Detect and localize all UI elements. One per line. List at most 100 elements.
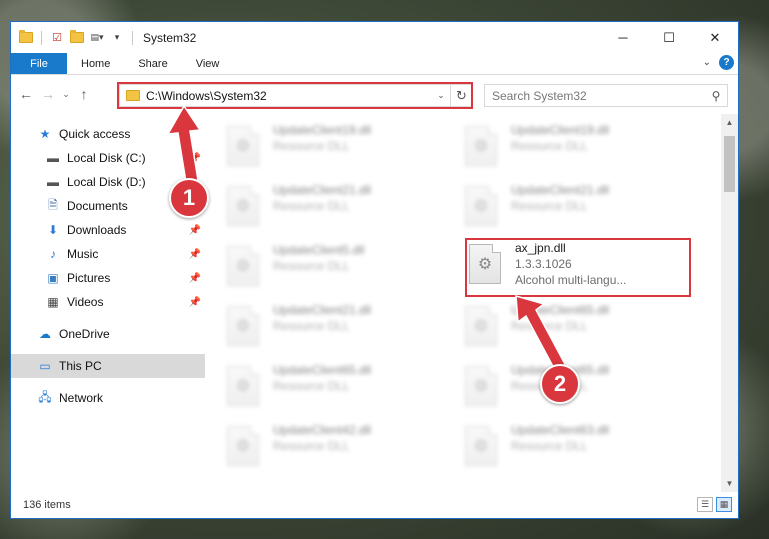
sidebar-item-music[interactable]: ♪ Music 📌	[11, 242, 205, 266]
sidebar-item-network[interactable]: 🖧 Network	[11, 386, 205, 410]
file-list: ⚙ UpdateClient19.dll Resource DLL ⚙ Updat…	[205, 114, 738, 492]
window-title: System32	[143, 30, 197, 45]
file-name: UpdateClient19.dll	[273, 123, 372, 137]
sidebar-item-downloads[interactable]: ⬇ Downloads 📌	[11, 218, 205, 242]
pin-icon[interactable]: 📌	[189, 225, 201, 236]
customize-toolbar-icon[interactable]: ▤▾	[90, 31, 104, 45]
file-item[interactable]: ⚙ UpdateClient19.dll Resource DLL	[465, 120, 665, 172]
new-folder-icon[interactable]	[70, 30, 84, 45]
tab-home[interactable]: Home	[67, 53, 124, 74]
sidebar-item-label: Downloads	[67, 223, 127, 237]
ribbon-right-controls: ⌄ ?	[703, 55, 734, 70]
file-item[interactable]: ⚙ UpdateClient21.dll Resource DLL	[227, 300, 427, 352]
file-description: Resource DLL	[511, 319, 588, 333]
tiles-view-icon[interactable]: ▦	[716, 497, 732, 512]
maximize-button[interactable]: ☐	[646, 22, 692, 53]
dll-file-icon: ⚙	[465, 126, 497, 166]
file-description: Resource DLL	[511, 439, 588, 453]
file-description: Resource DLL	[273, 439, 350, 453]
search-icon[interactable]: ⚲	[705, 89, 727, 103]
file-name: UpdateClient63.dll	[511, 423, 610, 437]
vertical-scrollbar[interactable]: ▲ ▼	[721, 114, 738, 492]
tab-view[interactable]: View	[182, 53, 234, 74]
file-name: UpdateClient65.dll	[511, 303, 610, 317]
tab-file[interactable]: File	[11, 53, 67, 74]
sidebar-item-quick-access[interactable]: ★ Quick access	[11, 122, 205, 146]
pin-icon[interactable]: 📌	[189, 249, 201, 260]
pin-icon[interactable]: 📌	[189, 273, 201, 284]
address-row: ← → ⌄ ↑ C:\Windows\System32 ⌄ ↻ ⚲	[11, 75, 738, 113]
sidebar-item-onedrive[interactable]: ☁ OneDrive	[11, 322, 205, 346]
sidebar-item-label: Network	[59, 391, 104, 405]
sidebar-item-local-disk-c[interactable]: ▬ Local Disk (C:) 📌	[11, 146, 205, 170]
scroll-down-icon[interactable]: ▼	[721, 475, 738, 492]
videos-icon: ▦	[47, 295, 59, 309]
file-explorer-window: ☑ ▤▾ ▾ System32 ─ ☐ ✕ File Home Share Vi…	[10, 21, 739, 519]
computer-icon: ▭	[39, 359, 51, 373]
sidebar-item-pictures[interactable]: ▣ Pictures 📌	[11, 266, 205, 290]
ribbon-tabs: File Home Share View ⌄ ?	[11, 53, 738, 75]
drive-icon: ▬	[47, 151, 59, 165]
sidebar-item-label: This PC	[59, 359, 102, 373]
file-item[interactable]: ⚙ UpdateClient5.dll Resource DLL	[227, 240, 427, 292]
file-item[interactable]: ⚙ UpdateClient65.dll Resource DLL	[227, 360, 427, 412]
sidebar-item-videos[interactable]: ▦ Videos 📌	[11, 290, 205, 314]
drive-icon: ▬	[47, 175, 59, 189]
search-box[interactable]: ⚲	[484, 84, 728, 107]
file-name: UpdateClient19.dll	[511, 123, 610, 137]
sidebar-item-this-pc[interactable]: ▭ This PC	[11, 354, 205, 378]
folder-icon	[126, 90, 140, 101]
properties-icon[interactable]: ☑	[50, 31, 64, 45]
file-item[interactable]: ⚙ UpdateClient21.dll Resource DLL	[227, 180, 427, 232]
help-icon[interactable]: ?	[719, 55, 734, 70]
forward-arrow-icon[interactable]: →	[37, 86, 59, 102]
address-path[interactable]: C:\Windows\System32	[146, 89, 432, 103]
scrollbar-thumb[interactable]	[724, 136, 735, 192]
file-item-ax-jpn-dll[interactable]: ⚙ ax_jpn.dll 1.3.3.1026 Alcohol multi-la…	[469, 240, 669, 296]
file-description: Alcohol multi-langu...	[515, 273, 627, 287]
network-icon: 🖧	[38, 389, 52, 404]
file-item[interactable]: ⚙ UpdateClient21.dll Resource DLL	[465, 180, 665, 232]
file-description: Resource DLL	[511, 199, 588, 213]
file-version: 1.3.3.1026	[515, 257, 572, 271]
pin-icon[interactable]: 📌	[189, 153, 201, 164]
chevron-down-icon[interactable]: ⌄	[703, 57, 711, 68]
refresh-icon[interactable]: ↻	[450, 84, 472, 107]
address-bar[interactable]: C:\Windows\System32 ⌄ ↻	[119, 84, 473, 107]
pin-icon[interactable]: 📌	[189, 297, 201, 308]
file-description: Resource DLL	[273, 139, 350, 153]
minimize-button[interactable]: ─	[600, 22, 646, 53]
scroll-up-icon[interactable]: ▲	[721, 114, 738, 131]
documents-icon: 🗎	[48, 197, 58, 212]
file-name: ax_jpn.dll	[515, 241, 566, 255]
file-item[interactable]: ⚙ UpdateClient63.dll Resource DLL	[465, 420, 665, 472]
window-controls: ─ ☐ ✕	[600, 22, 738, 53]
file-name: UpdateClient21.dll	[273, 183, 372, 197]
close-button[interactable]: ✕	[692, 22, 738, 53]
search-input[interactable]	[492, 88, 705, 103]
folder-icon	[19, 30, 33, 45]
status-bar: 136 items ☰ ▦	[11, 492, 738, 518]
back-arrow-icon[interactable]: ←	[15, 86, 37, 102]
toolbar-dropdown-icon[interactable]: ▾	[110, 31, 124, 45]
recent-locations-chevron-icon[interactable]: ⌄	[59, 89, 73, 100]
dll-file-icon: ⚙	[465, 366, 497, 406]
dll-file-icon: ⚙	[465, 426, 497, 466]
tab-share[interactable]: Share	[124, 53, 181, 74]
dll-file-icon: ⚙	[469, 244, 501, 284]
dll-file-icon: ⚙	[227, 246, 259, 286]
cloud-icon: ☁	[39, 327, 51, 341]
details-view-icon[interactable]: ☰	[697, 497, 713, 512]
file-name: UpdateClient5.dll	[273, 243, 365, 257]
file-description: Resource DLL	[273, 259, 350, 273]
file-item[interactable]: ⚙ UpdateClient42.dll Resource DLL	[227, 420, 427, 472]
sidebar-item-label: Pictures	[67, 271, 111, 285]
step-1-badge: 1	[169, 178, 209, 218]
dll-file-icon: ⚙	[227, 186, 259, 226]
sidebar-item-label: Local Disk (D:)	[67, 175, 146, 189]
up-arrow-icon[interactable]: ↑	[73, 86, 95, 102]
file-item[interactable]: ⚙ UpdateClient65.dll Resource DLL	[465, 300, 665, 352]
file-item[interactable]: ⚙ UpdateClient19.dll Resource DLL	[227, 120, 427, 172]
dll-file-icon: ⚙	[465, 186, 497, 226]
chevron-down-icon[interactable]: ⌄	[432, 90, 450, 101]
